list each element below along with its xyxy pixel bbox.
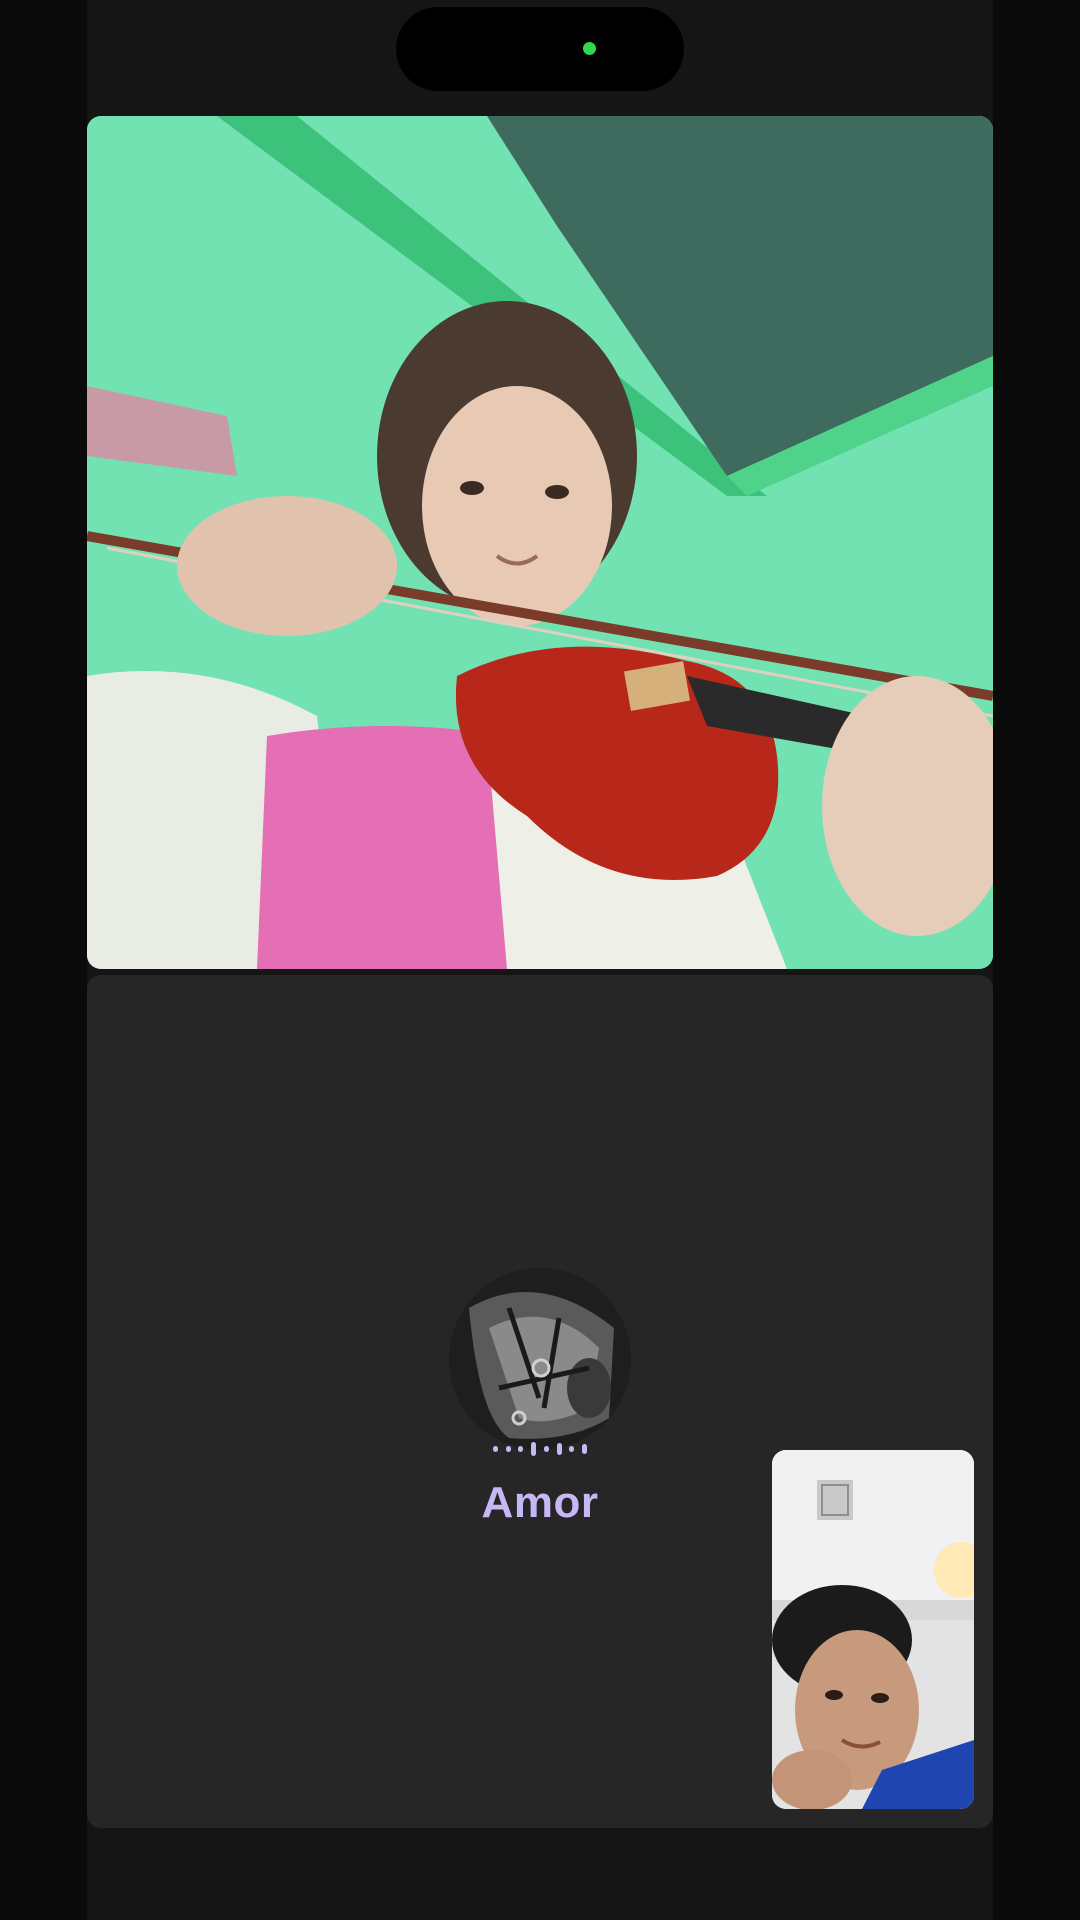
dynamic-island xyxy=(396,7,684,91)
remote-video-tile[interactable] xyxy=(87,116,993,969)
audio-waveform-icon xyxy=(493,1441,587,1457)
remote-video-feed xyxy=(87,116,993,969)
participant-avatar[interactable] xyxy=(449,1268,631,1450)
facetime-call-screen: Amor xyxy=(0,0,1080,1920)
camera-in-use-indicator xyxy=(583,42,596,55)
self-camera-feed xyxy=(772,1450,974,1809)
self-view-preview[interactable] xyxy=(772,1450,974,1809)
horse-avatar-icon xyxy=(449,1268,631,1450)
participant-name: Amor xyxy=(481,1478,599,1527)
call-controls-area xyxy=(87,1828,993,1920)
